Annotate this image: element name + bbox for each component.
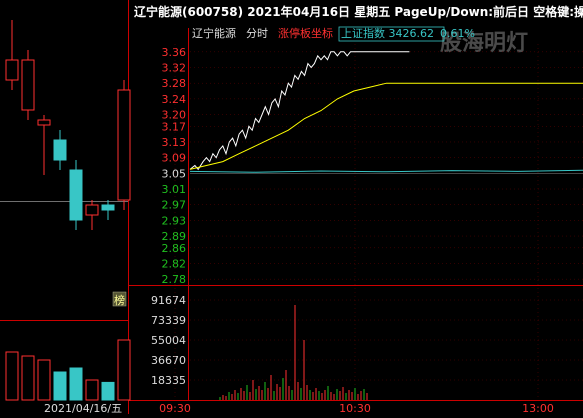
title-line: 辽宁能源(600758) 2021年04月16日 星期五 PageUp/Down… <box>134 4 583 19</box>
candle-body <box>69 169 83 221</box>
candle-body <box>85 204 99 216</box>
price-tick-label: 3.17 <box>162 120 187 133</box>
price-tick-label: 3.24 <box>162 93 187 106</box>
time-tick-label: 13:00 <box>522 402 554 414</box>
limit-coord-label[interactable]: 涨停板坐标 <box>278 26 333 40</box>
candle-body <box>21 59 35 111</box>
left-volume-bar <box>85 379 99 401</box>
price-tick-label: 3.13 <box>162 136 187 149</box>
volume-tick-label: 18335 <box>151 374 186 387</box>
time-tick-label: 09:30 <box>159 402 191 414</box>
price-tick-label: 3.28 <box>162 77 187 90</box>
price-tick-label: 2.97 <box>162 199 187 212</box>
candle-body <box>5 59 19 81</box>
price-series <box>189 51 583 173</box>
volume-tick-label: 36670 <box>151 354 186 367</box>
volume-tick-label: 73339 <box>151 314 186 327</box>
price-tick-label: 2.78 <box>162 273 187 286</box>
volume-tick-label: 55004 <box>151 334 186 347</box>
candle-body <box>117 89 131 201</box>
left-volume-bar <box>21 355 35 401</box>
volume-axis: 91674 73339 55004 36670 18335 <box>151 294 186 387</box>
candle-body <box>101 204 115 211</box>
left-volume-bar <box>69 367 83 401</box>
time-axis: 09:30 10:30 13:00 <box>159 402 554 415</box>
left-candles <box>5 20 131 230</box>
left-volume-bars <box>5 339 131 401</box>
stock-name: 辽宁能源 <box>192 26 236 40</box>
series-line <box>189 169 583 173</box>
price-tick-label: 3.01 <box>162 183 187 196</box>
candle-body <box>53 139 67 161</box>
price-tick-label: 3.05 <box>162 167 187 180</box>
index-label: 上证指数 3426.62 <box>341 26 434 40</box>
candle-body <box>37 119 51 126</box>
price-tick-label: 2.86 <box>162 242 187 255</box>
left-volume-bar <box>37 359 51 401</box>
price-tick-label: 2.93 <box>162 214 187 227</box>
date-label: 2021/04/16/五 <box>44 402 122 414</box>
price-axis: 3.363.323.283.243.203.173.133.093.053.01… <box>162 46 187 286</box>
stock-chart-window: 辽宁能源(600758) 2021年04月16日 星期五 PageUp/Down… <box>0 0 583 415</box>
left-volume-bar <box>117 339 131 401</box>
left-volume-bar <box>5 351 19 401</box>
price-tick-label: 3.36 <box>162 46 187 59</box>
mode-label[interactable]: 分时 <box>246 27 268 40</box>
price-tick-label: 3.32 <box>162 62 187 75</box>
volume-tick-label: 91674 <box>151 294 186 307</box>
badge-label[interactable]: 榜 <box>114 293 125 307</box>
index-change: 0.61% <box>440 27 475 40</box>
gridlines <box>174 44 583 400</box>
series-line <box>189 51 410 171</box>
left-volume-bar <box>53 371 67 401</box>
volume-bars <box>219 305 368 400</box>
left-volume-bar <box>101 381 115 401</box>
price-tick-label: 2.82 <box>162 257 187 270</box>
price-tick-label: 3.09 <box>162 152 187 165</box>
time-tick-label: 10:30 <box>339 402 371 414</box>
